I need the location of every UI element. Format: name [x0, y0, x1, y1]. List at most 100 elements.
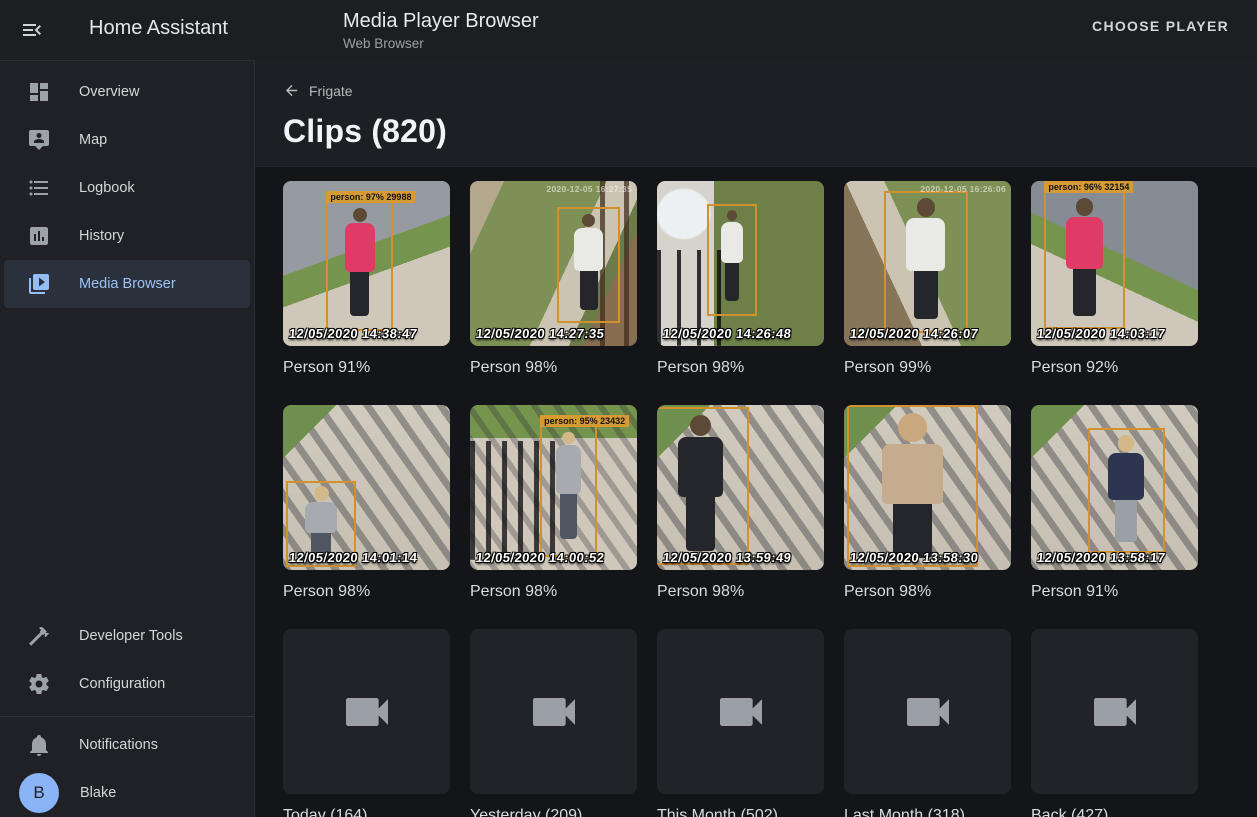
clip-thumbnail: 12/05/2020 14:26:48 [657, 181, 824, 346]
breadcrumb-back-link[interactable]: Frigate [283, 82, 353, 99]
detection-box [657, 407, 749, 565]
sidebar-item-media-browser[interactable]: Media Browser [4, 260, 250, 308]
browse-header: Frigate Clips (820) [255, 60, 1257, 167]
arrow-left-icon [283, 82, 300, 99]
sidebar-spacer [0, 308, 254, 612]
clip-timestamp: 12/05/2020 14:38:47 [288, 326, 418, 341]
user-avatar: B [19, 773, 59, 813]
person-figure [896, 198, 956, 325]
app-title: Home Assistant [89, 17, 228, 40]
media-clip-card[interactable]: person: 96% 32154 12/05/2020 14:03:17 Pe… [1031, 181, 1198, 405]
person-figure [566, 214, 611, 317]
panel-title: Media Player Browser [343, 9, 539, 33]
media-clip-card[interactable]: 12/05/2020 13:58:30 Person 98% [844, 405, 1011, 629]
clip-label: Person 91% [283, 359, 450, 377]
clip-timestamp: 12/05/2020 14:01:14 [288, 550, 418, 565]
media-clip-card[interactable]: 12/05/2020 14:26:48 Person 98% [657, 181, 824, 405]
person-figure [336, 208, 384, 324]
video-icon [526, 684, 582, 740]
clip-label: Person 98% [470, 359, 637, 377]
sidebar-item-history[interactable]: History [4, 212, 250, 260]
detection-box: person: 95% 23432 [540, 425, 597, 557]
person-figure [864, 413, 960, 558]
clip-label: Person 92% [1031, 359, 1198, 377]
user-name: Blake [80, 785, 116, 801]
media-clip-card[interactable]: 12/05/2020 13:59:49 Person 98% [657, 405, 824, 629]
media-folder-card[interactable]: Last Month (318) [844, 629, 1011, 817]
detection-box [707, 204, 757, 316]
clip-thumbnail: 12/05/2020 13:58:30 [844, 405, 1011, 570]
camera-osd-timestamp: 2020-12-05 16:27:35 [546, 184, 632, 194]
detection-box: person: 96% 32154 [1044, 191, 1124, 330]
detection-box [557, 207, 620, 323]
panel-subtitle: Web Browser [343, 36, 539, 52]
sidebar-item-map[interactable]: Map [4, 116, 250, 164]
detection-box [884, 191, 968, 333]
detection-label: person: 95% 23432 [540, 415, 629, 427]
detection-label: person: 96% 32154 [1044, 181, 1133, 193]
clip-label: Person 98% [283, 583, 450, 601]
breadcrumb-label: Frigate [309, 83, 353, 99]
person-figure [665, 415, 736, 557]
sidebar-item-label: Overview [79, 84, 139, 100]
media-content: person: 97% 29988 12/05/2020 14:38:47 Pe… [255, 167, 1257, 817]
play-box-multiple-icon [27, 272, 51, 296]
media-clip-card[interactable]: 12/05/2020 14:01:14 Person 98% [283, 405, 450, 629]
folder-label: Yesterday (209) [470, 807, 637, 817]
clips-grid: person: 97% 29988 12/05/2020 14:38:47 Pe… [283, 181, 1243, 629]
camera-osd-timestamp: 2020-12-05 16:26:06 [920, 184, 1006, 194]
clip-thumbnail: 2020-12-05 16:27:35 12/05/2020 14:27:35 [470, 181, 637, 346]
clip-timestamp: 12/05/2020 13:58:30 [849, 550, 979, 565]
cog-icon [27, 672, 51, 696]
sidebar-item-logbook[interactable]: Logbook [4, 164, 250, 212]
folder-label: Last Month (318) [844, 807, 1011, 817]
clip-label: Person 91% [1031, 583, 1198, 601]
page-title: Clips (820) [283, 113, 1229, 150]
media-folder-card[interactable]: Yesterday (209) [470, 629, 637, 817]
clip-label: Person 98% [844, 583, 1011, 601]
sidebar-toggle-button[interactable] [18, 16, 46, 44]
detection-box [847, 405, 977, 567]
folder-label: This Month (502) [657, 807, 824, 817]
video-icon [713, 684, 769, 740]
sidebar-item-configuration[interactable]: Configuration [4, 660, 250, 708]
clip-thumbnail: 12/05/2020 14:01:14 [283, 405, 450, 570]
folder-label: Today (164) [283, 807, 450, 817]
sidebar-item-notifications[interactable]: Notifications [4, 721, 250, 769]
sidebar-item-label: Logbook [79, 180, 135, 196]
sidebar: Overview Map Logbook History Media Brows… [0, 60, 255, 817]
menu-open-icon [20, 18, 44, 42]
clip-label: Person 98% [657, 359, 824, 377]
sidebar-item-label: History [79, 228, 124, 244]
clip-label: Person 98% [657, 583, 824, 601]
clip-label: Person 98% [470, 583, 637, 601]
choose-player-button[interactable]: CHOOSE PLAYER [1086, 17, 1235, 35]
media-folder-card[interactable]: Today (164) [283, 629, 450, 817]
person-figure [1055, 198, 1113, 322]
media-clip-card[interactable]: 2020-12-05 16:27:35 12/05/2020 14:27:35 … [470, 181, 637, 405]
clip-thumbnail: person: 95% 23432 12/05/2020 14:00:52 [470, 405, 637, 570]
media-folder-card[interactable]: Back (427) [1031, 629, 1198, 817]
media-clip-card[interactable]: person: 97% 29988 12/05/2020 14:38:47 Pe… [283, 181, 450, 405]
clip-thumbnail: person: 96% 32154 12/05/2020 14:03:17 [1031, 181, 1198, 346]
video-icon [1087, 684, 1143, 740]
media-browser-panel: Frigate Clips (820) person: 97% 29988 12… [255, 60, 1257, 817]
media-clip-card[interactable]: 12/05/2020 13:58:17 Person 91% [1031, 405, 1198, 629]
sidebar-item-overview[interactable]: Overview [4, 68, 250, 116]
clip-timestamp: 12/05/2020 13:59:49 [662, 550, 792, 565]
sidebar-item-developer-tools[interactable]: Developer Tools [4, 612, 250, 660]
clip-thumbnail: 12/05/2020 13:59:49 [657, 405, 824, 570]
sidebar-main-nav: Overview Map Logbook History Media Brows… [0, 68, 254, 308]
folders-grid: Today (164) Yesterday (209) This Month (… [283, 629, 1243, 817]
clip-timestamp: 12/05/2020 14:00:52 [475, 550, 605, 565]
media-clip-card[interactable]: 2020-12-05 16:26:06 12/05/2020 14:26:07 … [844, 181, 1011, 405]
person-figure [715, 210, 750, 310]
video-icon [900, 684, 956, 740]
media-folder-card[interactable]: This Month (502) [657, 629, 824, 817]
video-icon [339, 684, 395, 740]
clip-timestamp: 12/05/2020 13:58:17 [1036, 550, 1166, 565]
clip-thumbnail: person: 97% 29988 12/05/2020 14:38:47 [283, 181, 450, 346]
sidebar-item-user-profile[interactable]: B Blake [4, 769, 250, 817]
sidebar-item-label: Developer Tools [79, 628, 183, 644]
media-clip-card[interactable]: person: 95% 23432 12/05/2020 14:00:52 Pe… [470, 405, 637, 629]
